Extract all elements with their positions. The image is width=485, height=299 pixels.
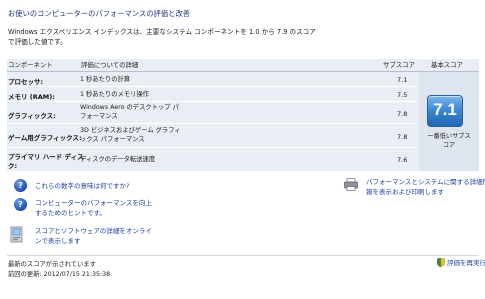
detail-label: 1 秒あたりの計算 — [80, 76, 131, 83]
help-icon: ? — [14, 179, 27, 192]
online-link-line2[interactable]: ンで表示します — [35, 236, 152, 246]
subscore-value: 7.1 — [397, 76, 408, 84]
meaning-link[interactable]: これらの数字の意味は何ですか? — [35, 181, 129, 191]
tips-link[interactable]: コンピューターのパフォーマンスを向上 するためのヒントです。 — [35, 198, 152, 218]
rerun-label[interactable]: 評価を再実行 — [447, 259, 485, 267]
base-caption-line2: コア — [442, 142, 456, 149]
software-box-icon — [10, 225, 24, 243]
detail-label-line1: 3D ビジネスおよびゲーム グラフィ — [80, 127, 181, 134]
detail-label-line1: Windows Aero のデスクトップ パ — [80, 104, 179, 111]
table-row: グラフィックス: Windows Aero のデスクトップ パ フォーマンス 7… — [7, 102, 417, 124]
help-icon: ? — [14, 198, 27, 211]
table-row: プライマリ ハード ディス ク: ディスクのデータ転送速度 7.6 — [7, 148, 417, 171]
component-label: ゲーム用グラフィックス: — [8, 134, 82, 142]
online-details-link[interactable]: スコアとソフトウェアの詳細をオンライ ンで表示します — [35, 226, 152, 246]
subscore-value: 7.5 — [397, 91, 408, 99]
printer-icon — [344, 178, 358, 191]
component-label: プロセッサ: — [8, 78, 44, 86]
print-link-line2[interactable]: 報を表示および印刷します — [366, 187, 485, 197]
base-score-caption: 一番低いサブス コア — [420, 132, 478, 150]
footer-divider — [7, 255, 479, 256]
tips-link-line1[interactable]: コンピューターのパフォーマンスを向上 — [35, 198, 152, 208]
intro-text: Windows エクスペリエンス インデックスは、主要なシステム コンポーネント… — [8, 28, 316, 46]
base-caption-line1: 一番低いサブス — [427, 133, 471, 140]
subscore-value: 7.8 — [397, 133, 408, 141]
table-row: ゲーム用グラフィックス: 3D ビジネスおよびゲーム グラフィ ックス パフォー… — [7, 124, 417, 148]
detail-label: ディスクのデータ転送速度 — [80, 156, 156, 163]
online-link-line1[interactable]: スコアとソフトウェアの詳細をオンライ — [35, 226, 152, 236]
print-details-link[interactable]: パフォーマンスとシステムに関する詳細情 報を表示および印刷します — [366, 177, 485, 197]
table-row: プロセッサ: 1 秒あたりの計算 7.1 — [7, 72, 417, 87]
status-text: 最新のスコアが示されています — [8, 261, 96, 268]
header-subscore: サブスコア — [383, 61, 415, 69]
shield-icon — [437, 258, 445, 267]
rerun-assessment-link[interactable]: 評価を再実行 — [437, 257, 485, 267]
component-label: グラフィックス: — [8, 112, 56, 120]
base-score-tile: 7.1 — [427, 95, 463, 127]
detail-label-line2: ックス パフォーマンス — [80, 136, 145, 143]
component-label: メモリ (RAM): — [8, 93, 55, 101]
subscore-value: 7.6 — [397, 156, 408, 164]
detail-label: 1 秒あたりのメモリ操作 — [80, 91, 149, 98]
header-detail: 評価についての詳細 — [81, 61, 139, 69]
subscore-value: 7.8 — [397, 110, 408, 118]
last-updated-text: 前回の更新: 2012/07/15 21:35:38 — [8, 271, 111, 278]
table-row: メモリ (RAM): 1 秒あたりのメモリ操作 7.5 — [7, 87, 417, 102]
print-link-line1[interactable]: パフォーマンスとシステムに関する詳細情 — [366, 177, 485, 187]
base-score-value: 7.1 — [433, 100, 457, 119]
component-label-line2: ク: — [8, 162, 18, 170]
component-label-line1: プライマリ ハード ディス — [8, 153, 84, 161]
tips-link-line2[interactable]: するためのヒントです。 — [35, 208, 152, 218]
header-base-score: 基本スコア — [431, 61, 463, 69]
page-title: お使いのコンピューターのパフォーマンスの評価と改善 — [8, 9, 191, 18]
detail-label-line2: フォーマンス — [80, 113, 118, 120]
header-component: コンポーネント — [8, 61, 53, 69]
